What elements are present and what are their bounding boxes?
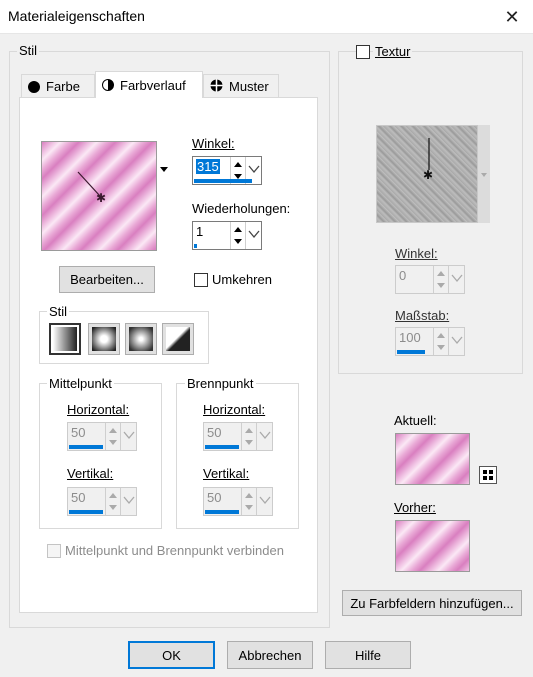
texture-preview: ✱ xyxy=(376,125,478,223)
sunburst-style-button[interactable] xyxy=(125,323,157,355)
focal-vertical-label: Vertikal: xyxy=(203,466,250,481)
tab-farbverlauf-label: Farbverlauf xyxy=(120,77,186,93)
window-title: Materialeigenschaften xyxy=(8,8,145,24)
texture-scale-value[interactable]: 100 xyxy=(399,330,421,345)
repeat-level-bar xyxy=(194,244,197,248)
close-button[interactable]: ✕ xyxy=(493,2,531,32)
texture-scale-spinbox[interactable]: 100 xyxy=(395,327,465,356)
linear-gradient-icon xyxy=(53,327,77,351)
previous-swatch[interactable] xyxy=(395,520,470,572)
invert-checkbox[interactable] xyxy=(194,273,208,287)
ok-button[interactable]: OK xyxy=(128,641,215,669)
angle-spinbox[interactable]: 315 xyxy=(192,156,262,185)
current-swatch xyxy=(395,433,470,485)
repeat-label: Wiederholungen: xyxy=(192,201,291,216)
center-horizontal-spinbox[interactable]: 50 xyxy=(67,422,137,451)
texture-angle-label: Winkel: xyxy=(395,246,438,261)
focal-horizontal-arrows[interactable] xyxy=(241,423,255,450)
rectangular-style-button[interactable] xyxy=(88,323,120,355)
texture-angle-indicator-icon: ✱ xyxy=(423,138,433,182)
repeat-spinbox[interactable]: 1 xyxy=(192,221,262,250)
stil-group-legend: Stil xyxy=(17,43,40,58)
focal-point-legend: Brennpunkt xyxy=(185,376,256,391)
center-vertical-level-bar xyxy=(69,510,103,514)
texture-angle-dropdown[interactable] xyxy=(448,266,464,293)
rectangular-gradient-icon xyxy=(92,327,116,351)
link-points-label[interactable]: Mittelpunkt und Brennpunkt verbinden xyxy=(65,543,284,558)
focal-vertical-level-bar xyxy=(205,510,239,514)
center-horizontal-label: Horizontal: xyxy=(67,402,130,417)
angle-level-bar xyxy=(194,179,252,183)
center-vertical-spinbox[interactable]: 50 xyxy=(67,487,137,516)
svg-text:✱: ✱ xyxy=(423,168,433,182)
svg-text:✱: ✱ xyxy=(96,191,106,205)
focal-horizontal-level-bar xyxy=(205,445,239,449)
gradient-preview[interactable]: ✱ xyxy=(41,141,157,251)
swap-button[interactable] xyxy=(479,466,497,484)
radial-style-button[interactable] xyxy=(162,323,194,355)
add-to-swatches-button[interactable]: Zu Farbfeldern hinzufügen... xyxy=(342,590,522,616)
texture-label[interactable]: Textur xyxy=(373,44,413,59)
gradient-dropdown-arrow[interactable] xyxy=(159,162,169,176)
tab-muster[interactable]: Muster xyxy=(203,74,279,98)
angle-value[interactable]: 315 xyxy=(196,159,220,174)
texture-scale-dropdown[interactable] xyxy=(448,328,464,355)
half-circle-icon xyxy=(102,79,114,91)
repeat-dropdown[interactable] xyxy=(245,222,261,249)
focal-vertical-dropdown[interactable] xyxy=(256,488,272,515)
help-button[interactable]: Hilfe xyxy=(325,641,411,669)
sunburst-gradient-icon xyxy=(129,327,153,351)
center-horizontal-dropdown[interactable] xyxy=(120,423,136,450)
tab-farbe-label: Farbe xyxy=(46,79,80,94)
previous-label: Vorher: xyxy=(394,500,436,515)
center-horizontal-arrows[interactable] xyxy=(105,423,119,450)
repeat-spin-arrows[interactable] xyxy=(230,222,244,249)
center-horizontal-level-bar xyxy=(69,445,103,449)
tab-farbe[interactable]: Farbe xyxy=(21,74,95,98)
texture-angle-arrows[interactable] xyxy=(433,266,447,293)
angle-indicator-icon: ✱ xyxy=(77,171,106,205)
center-vertical-arrows[interactable] xyxy=(105,488,119,515)
center-vertical-label: Vertikal: xyxy=(67,466,114,481)
link-points-checkbox[interactable] xyxy=(47,544,61,558)
circle-icon xyxy=(28,80,40,93)
focal-horizontal-spinbox[interactable]: 50 xyxy=(203,422,273,451)
focal-vertical-spinbox[interactable]: 50 xyxy=(203,487,273,516)
texture-angle-value[interactable]: 0 xyxy=(399,268,406,283)
radial-gradient-icon xyxy=(166,327,190,351)
focal-vertical-arrows[interactable] xyxy=(241,488,255,515)
linear-style-button[interactable] xyxy=(49,323,81,355)
tab-farbverlauf[interactable]: Farbverlauf xyxy=(95,71,203,98)
texture-dropdown-area xyxy=(478,125,490,223)
gradient-style-legend: Stil xyxy=(47,304,70,319)
center-vertical-dropdown[interactable] xyxy=(120,488,136,515)
pattern-icon xyxy=(210,79,223,95)
current-label: Aktuell: xyxy=(394,413,437,428)
angle-label: Winkel: xyxy=(192,136,235,151)
invert-label[interactable]: Umkehren xyxy=(212,272,272,287)
focal-vertical-value[interactable]: 50 xyxy=(207,490,221,505)
close-icon: ✕ xyxy=(504,7,520,27)
center-point-legend: Mittelpunkt xyxy=(47,376,114,391)
repeat-value[interactable]: 1 xyxy=(196,224,203,239)
texture-scale-label: Maßstab: xyxy=(395,308,450,323)
texture-checkbox[interactable] xyxy=(356,45,370,59)
edit-button[interactable]: Bearbeiten... xyxy=(59,266,155,293)
center-horizontal-value[interactable]: 50 xyxy=(71,425,85,440)
swap-icon xyxy=(483,470,493,480)
focal-horizontal-value[interactable]: 50 xyxy=(207,425,221,440)
focal-horizontal-label: Horizontal: xyxy=(203,402,266,417)
center-vertical-value[interactable]: 50 xyxy=(71,490,85,505)
tab-muster-label: Muster xyxy=(229,79,269,94)
cancel-button[interactable]: Abbrechen xyxy=(227,641,313,669)
texture-scale-level-bar xyxy=(397,350,425,354)
texture-scale-arrows[interactable] xyxy=(433,328,447,355)
focal-horizontal-dropdown[interactable] xyxy=(256,423,272,450)
texture-angle-spinbox[interactable]: 0 xyxy=(395,265,465,294)
